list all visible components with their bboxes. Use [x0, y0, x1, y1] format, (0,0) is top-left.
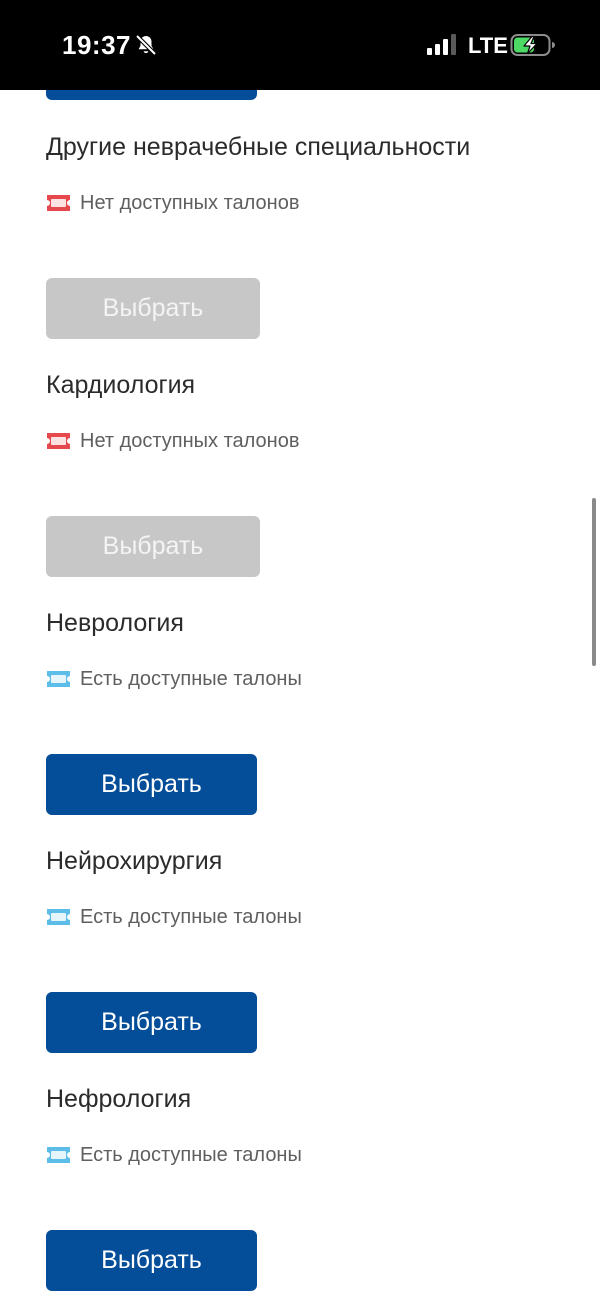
- battery-charging-icon: [510, 34, 555, 56]
- choose-button[interactable]: Выбрать: [46, 754, 257, 815]
- scrollbar[interactable]: [592, 498, 596, 666]
- previous-choose-button[interactable]: [46, 90, 257, 100]
- ticket-available-icon: [47, 671, 70, 687]
- ticket-status-text: Нет доступных талонов: [80, 191, 300, 214]
- ticket-status: Есть доступные талоны: [46, 1143, 302, 1167]
- status-bar: 19:37 LTE: [0, 0, 600, 90]
- bell-slash-icon: [135, 34, 157, 56]
- specialty-title: Нейрохирургия: [46, 847, 223, 875]
- ticket-available-icon: [47, 909, 70, 925]
- specialty-title: Другие неврачебные специальности: [46, 133, 471, 161]
- cellular-signal-icon: [427, 34, 456, 55]
- ticket-available-icon: [47, 1147, 70, 1163]
- ticket-status-text: Есть доступные талоны: [80, 1143, 302, 1166]
- ticket-status: Есть доступные талоны: [46, 667, 302, 691]
- ticket-status: Нет доступных талонов: [46, 191, 299, 215]
- ticket-status-text: Есть доступные талоны: [80, 667, 302, 690]
- choose-button-disabled[interactable]: Выбрать: [46, 278, 260, 339]
- choose-button-disabled[interactable]: Выбрать: [46, 516, 260, 577]
- specialty-title: Неврология: [46, 609, 184, 637]
- choose-button[interactable]: Выбрать: [46, 992, 257, 1053]
- specialty-title: Кардиология: [46, 371, 196, 399]
- ticket-status: Есть доступные талоны: [46, 905, 302, 929]
- specialty-list: Другие неврачебные специальности Нет дос…: [0, 90, 600, 1300]
- ticket-unavailable-icon: [47, 433, 70, 449]
- choose-button[interactable]: Выбрать: [46, 1230, 257, 1291]
- status-time: 19:37: [62, 30, 131, 60]
- specialty-title: Нефрология: [46, 1085, 192, 1113]
- ticket-status-text: Есть доступные талоны: [80, 905, 302, 928]
- ticket-unavailable-icon: [47, 195, 70, 211]
- ticket-status-text: Нет доступных талонов: [80, 429, 300, 452]
- network-type: LTE: [468, 33, 508, 58]
- ticket-status: Нет доступных талонов: [46, 429, 299, 453]
